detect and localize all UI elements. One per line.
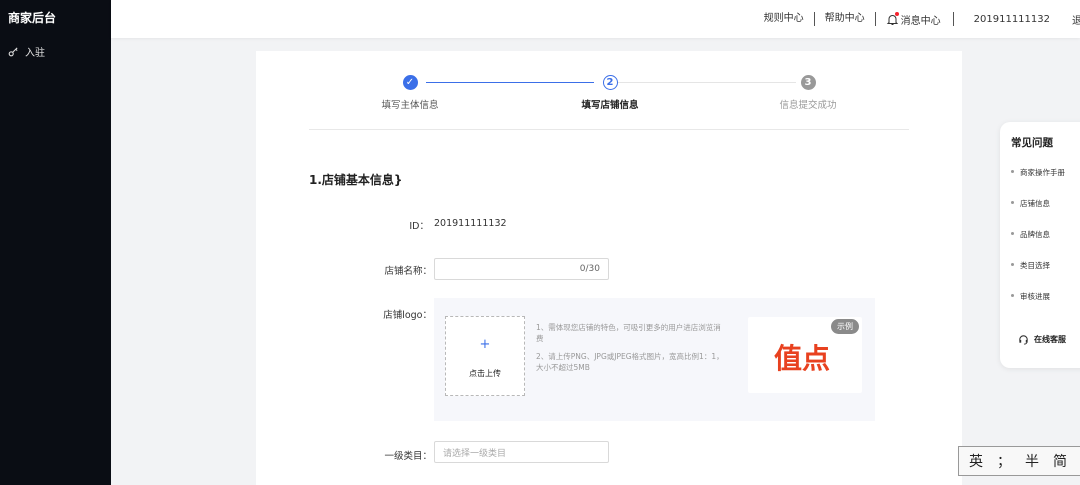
- bell-icon: [886, 11, 899, 26]
- shop-logo-label: 店铺logo：: [383, 310, 432, 321]
- ime-toolbar: 英 ； 半 简 👕: [958, 446, 1080, 476]
- char-counter: 0/30: [579, 264, 600, 274]
- online-service-label: 在线客服: [1034, 335, 1066, 344]
- faq-item-label: 类目选择: [1020, 261, 1050, 270]
- id-value: 201911111132: [434, 218, 507, 229]
- category-label: 一级类目：: [384, 451, 432, 462]
- step-2-number: 2: [602, 75, 618, 90]
- section-title: 1.店铺基本信息}: [309, 173, 403, 187]
- faq-item-label: 品牌信息: [1020, 230, 1050, 239]
- logo-tips: 1、需体现您店铺的特色，可吸引更多的用户进店浏览消费 2、请上传PNG、JPG或…: [536, 322, 724, 380]
- faq-list: 商家操作手册 店铺信息 品牌信息 类目选择 审核进展: [1011, 167, 1065, 322]
- bullet-icon: [1011, 201, 1014, 204]
- logout-link[interactable]: 退: [1066, 12, 1080, 27]
- sidebar: 商家后台 入驻: [0, 0, 111, 485]
- faq-item[interactable]: 类目选择: [1011, 260, 1065, 291]
- shop-info-card: ✓ 填写主体信息 2 填写店铺信息 3 信息提交成功 1.店铺基本信息} ID：…: [256, 51, 962, 485]
- faq-item-label: 店铺信息: [1020, 199, 1050, 208]
- message-center-link[interactable]: 消息中心: [876, 11, 954, 27]
- divider: [309, 129, 909, 130]
- plus-icon: +: [479, 337, 491, 352]
- ime-width-toggle[interactable]: 半: [1025, 451, 1039, 471]
- faq-item[interactable]: 商家操作手册: [1011, 167, 1065, 198]
- upload-button[interactable]: + 点击上传: [445, 316, 525, 396]
- help-center-link[interactable]: 帮助中心: [815, 12, 876, 26]
- faq-panel: 常见问题 商家操作手册 店铺信息 品牌信息 类目选择 审核进展 在线客服: [1000, 122, 1080, 368]
- bullet-icon: [1011, 294, 1014, 297]
- headset-icon: [1019, 335, 1028, 345]
- upload-label: 点击上传: [469, 369, 501, 378]
- faq-item[interactable]: 品牌信息: [1011, 229, 1065, 260]
- message-center-label: 消息中心: [900, 15, 941, 27]
- bullet-icon: [1011, 170, 1014, 173]
- faq-item[interactable]: 审核进展: [1011, 291, 1065, 322]
- logo-upload-panel: + 点击上传 1、需体现您店铺的特色，可吸引更多的用户进店浏览消费 2、请上传P…: [434, 298, 875, 421]
- step-1-label: 填写主体信息: [381, 100, 439, 111]
- step-3-label: 信息提交成功: [779, 100, 837, 111]
- category-select[interactable]: 请选择一级类目: [434, 441, 609, 463]
- step-2-label: 填写店铺信息: [581, 100, 639, 111]
- faq-item[interactable]: 店铺信息: [1011, 198, 1065, 229]
- step-2: 2 填写店铺信息: [540, 75, 680, 111]
- tip-1: 1、需体现您店铺的特色，可吸引更多的用户进店浏览消费: [536, 323, 721, 343]
- ime-lang-toggle[interactable]: 英: [969, 451, 983, 471]
- ime-punct-toggle[interactable]: ；: [997, 451, 1011, 471]
- shop-name-input[interactable]: 0/30: [434, 258, 609, 280]
- rules-center-link[interactable]: 规则中心: [754, 12, 815, 26]
- ime-charset-toggle[interactable]: 简: [1053, 451, 1067, 471]
- tip-2: 2、请上传PNG、JPG或JPEG格式图片，宽高比例1：1，大小不超过5MB: [536, 352, 724, 372]
- example-tag: 示例: [831, 319, 859, 334]
- step-3: 3 信息提交成功: [738, 75, 878, 111]
- id-label: ID：: [409, 221, 429, 232]
- faq-item-label: 商家操作手册: [1020, 168, 1065, 177]
- online-service-button[interactable]: 在线客服: [1018, 334, 1066, 345]
- step-1: ✓ 填写主体信息: [340, 75, 480, 111]
- example-logo: 示例 值点: [748, 317, 862, 393]
- sidebar-item-label: 入驻: [25, 47, 45, 59]
- progress-steps: ✓ 填写主体信息 2 填写店铺信息 3 信息提交成功: [256, 75, 962, 117]
- bullet-icon: [1011, 232, 1014, 235]
- shop-name-label: 店铺名称：: [384, 266, 432, 277]
- top-header: 规则中心 帮助中心 消息中心 201911111132 退: [111, 0, 1080, 38]
- account-id[interactable]: 201911111132: [954, 14, 1066, 25]
- bullet-icon: [1011, 263, 1014, 266]
- category-placeholder: 请选择一级类目: [443, 448, 507, 459]
- example-brand-logo: 值点: [774, 342, 831, 375]
- faq-item-label: 审核进展: [1020, 292, 1050, 301]
- check-icon: ✓: [402, 75, 418, 90]
- key-icon: [8, 46, 18, 56]
- step-3-number: 3: [800, 75, 816, 90]
- faq-title: 常见问题: [1011, 137, 1053, 149]
- app-brand: 商家后台: [8, 11, 57, 25]
- notification-dot: [894, 11, 899, 16]
- sidebar-item-onboarding[interactable]: 入驻: [0, 38, 111, 64]
